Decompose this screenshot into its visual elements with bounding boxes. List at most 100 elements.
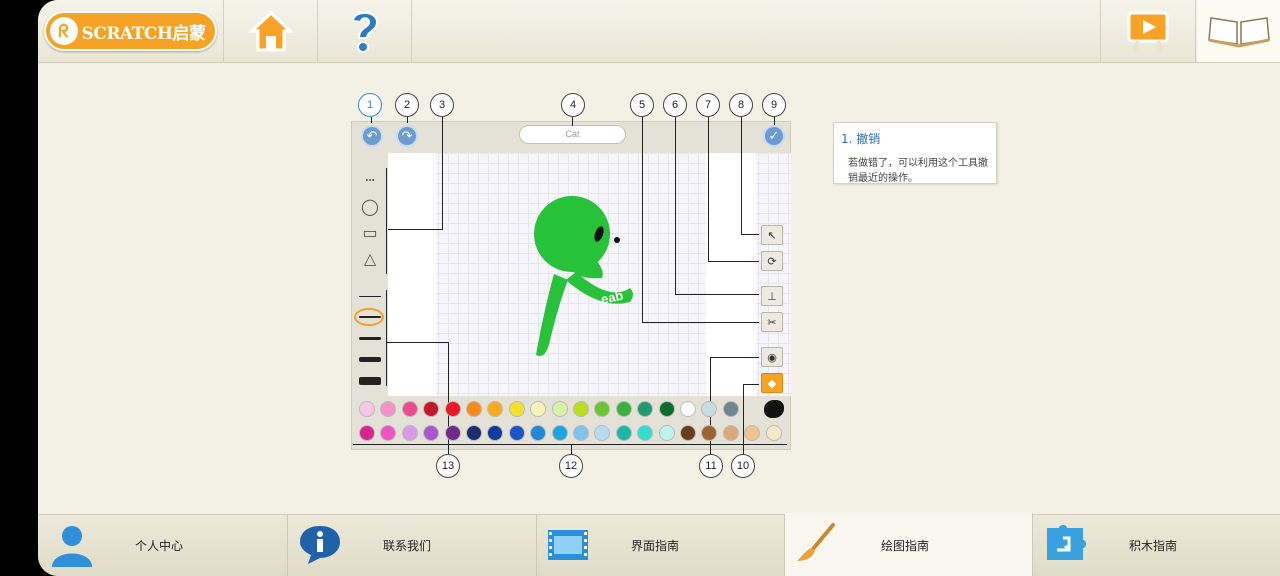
color-swatch[interactable] (444, 425, 461, 441)
step-marker-2[interactable]: 2 (395, 93, 419, 117)
bottom-nav: 个人中心 联系我们 界面指南 绘图指南 积木指南 (38, 513, 1280, 576)
nav-label: 积木指南 (1129, 539, 1178, 553)
stamp-icon: ⊥ (767, 289, 777, 303)
color-swatch[interactable] (508, 401, 525, 417)
play-video-icon (1127, 11, 1169, 52)
info-body: 若做错了，可以利用这个工具撤销最近的操作。 (848, 158, 988, 184)
nav-blocks-guide[interactable]: 积木指南 (1033, 515, 1280, 576)
canvas-margin-left (388, 153, 436, 396)
step-marker-10[interactable]: 10 (731, 454, 755, 478)
color-swatch[interactable] (615, 425, 632, 441)
color-swatch[interactable] (658, 425, 675, 441)
color-swatch[interactable] (615, 401, 632, 417)
color-swatch[interactable] (551, 401, 568, 417)
step-marker-8[interactable]: 8 (729, 93, 753, 117)
ellipse-tool[interactable]: ◯ (359, 195, 381, 217)
color-swatch[interactable] (466, 425, 482, 441)
line-width-2[interactable] (359, 316, 381, 318)
color-swatch[interactable] (722, 401, 739, 417)
person-icon (52, 526, 92, 567)
logo[interactable]: ᖇ SCRATCH启蒙 (38, 0, 224, 62)
cat-drawing: eab (534, 196, 633, 356)
guide-book-button[interactable] (1197, 0, 1280, 62)
color-swatch[interactable] (444, 401, 461, 417)
play-button[interactable] (1100, 0, 1196, 62)
line-width-4[interactable] (359, 357, 381, 362)
done-button[interactable]: ✓ (763, 125, 785, 147)
camera-tool[interactable]: ◉ (761, 347, 783, 367)
rectangle-tool[interactable]: ▭ (359, 221, 381, 243)
color-swatch[interactable] (466, 401, 482, 417)
line-width-5[interactable] (359, 377, 381, 385)
step-marker-6[interactable]: 6 (663, 93, 687, 117)
undo-icon: ↶ (366, 128, 378, 144)
color-swatch[interactable] (680, 425, 696, 441)
nav-label: 个人中心 (135, 539, 184, 553)
costume-name-field[interactable]: Cat (519, 125, 626, 144)
color-swatch[interactable] (680, 401, 696, 417)
nav-label: 联系我们 (383, 539, 432, 553)
color-swatch[interactable] (401, 425, 418, 441)
step-marker-12[interactable]: 12 (559, 454, 583, 478)
rectangle-icon: ▭ (362, 222, 378, 242)
color-swatch[interactable] (359, 401, 375, 417)
open-book-icon (1207, 17, 1270, 48)
paintbrush-icon (797, 523, 835, 561)
rotate-tool[interactable]: ⟳ (761, 251, 783, 271)
color-swatch[interactable] (722, 425, 739, 441)
select-tool[interactable]: ↖ (761, 225, 783, 245)
color-swatch[interactable] (573, 401, 589, 417)
color-swatch[interactable] (359, 425, 375, 441)
home-icon (248, 10, 294, 52)
color-swatch[interactable] (508, 425, 525, 441)
nav-contact-us[interactable]: 联系我们 (288, 515, 537, 576)
paint-bucket-icon: ◆ (767, 376, 777, 390)
scissors-icon: ✂ (767, 315, 777, 329)
nav-interface-guide[interactable]: 界面指南 (537, 515, 785, 576)
rotate-icon: ⟳ (767, 254, 777, 268)
help-button[interactable] (319, 0, 412, 62)
pencil-tool[interactable]: ⵈ (359, 169, 381, 191)
film-icon (548, 530, 588, 560)
checkmark-icon: ✓ (768, 128, 780, 144)
step-marker-7[interactable]: 7 (696, 93, 720, 117)
redo-icon: ↷ (401, 128, 413, 144)
step-marker-4[interactable]: 4 (561, 93, 585, 117)
color-swatch[interactable] (765, 425, 782, 441)
color-swatch[interactable] (573, 425, 589, 441)
step-info-card: 1. 撤销 若做错了，可以利用这个工具撤销最近的操作。 (833, 122, 997, 184)
triangle-tool[interactable]: △ (359, 247, 381, 269)
svg-text:eab: eab (600, 288, 625, 307)
fill-tool[interactable]: ◆ (761, 373, 783, 393)
color-swatch[interactable] (401, 401, 418, 417)
step-marker-9[interactable]: 9 (762, 93, 786, 117)
cut-tool[interactable]: ✂ (761, 312, 783, 332)
undo-button[interactable]: ↶ (361, 125, 383, 147)
logo-text: SCRATCH启蒙 (81, 23, 206, 44)
logo-mark-icon: ᖇ (49, 17, 78, 45)
logo-badge: ᖇ SCRATCH启蒙 (43, 11, 218, 51)
app-window: ᖇ SCRATCH启蒙 1 2 3 4 5 6 7 8 9 10 11 12 1… (38, 0, 1280, 576)
puzzle-block-icon (1047, 525, 1086, 560)
step-marker-11[interactable]: 11 (699, 454, 723, 478)
black-ink-blot[interactable] (764, 400, 784, 418)
color-swatch[interactable] (551, 425, 568, 441)
arrow-cursor-icon: ↖ (767, 228, 777, 242)
top-bar: ᖇ SCRATCH启蒙 (38, 0, 1280, 63)
nav-drawing-guide[interactable]: 绘图指南 (785, 513, 1033, 576)
home-button[interactable] (225, 0, 318, 62)
nav-personal-center[interactable]: 个人中心 (38, 515, 288, 576)
color-swatch[interactable] (658, 401, 675, 417)
line-width-1[interactable] (359, 296, 381, 297)
line-width-3[interactable] (359, 337, 381, 340)
info-icon (300, 526, 340, 564)
step-marker-5[interactable]: 5 (630, 93, 654, 117)
step-marker-1[interactable]: 1 (358, 93, 382, 117)
step-marker-3[interactable]: 3 (430, 93, 454, 117)
redo-button[interactable]: ↷ (396, 125, 418, 147)
nav-label: 绘图指南 (881, 539, 930, 553)
step-marker-13[interactable]: 13 (436, 454, 460, 478)
stamp-tool[interactable]: ⊥ (761, 286, 783, 306)
ellipse-icon: ◯ (361, 196, 379, 216)
triangle-icon: △ (363, 248, 377, 268)
